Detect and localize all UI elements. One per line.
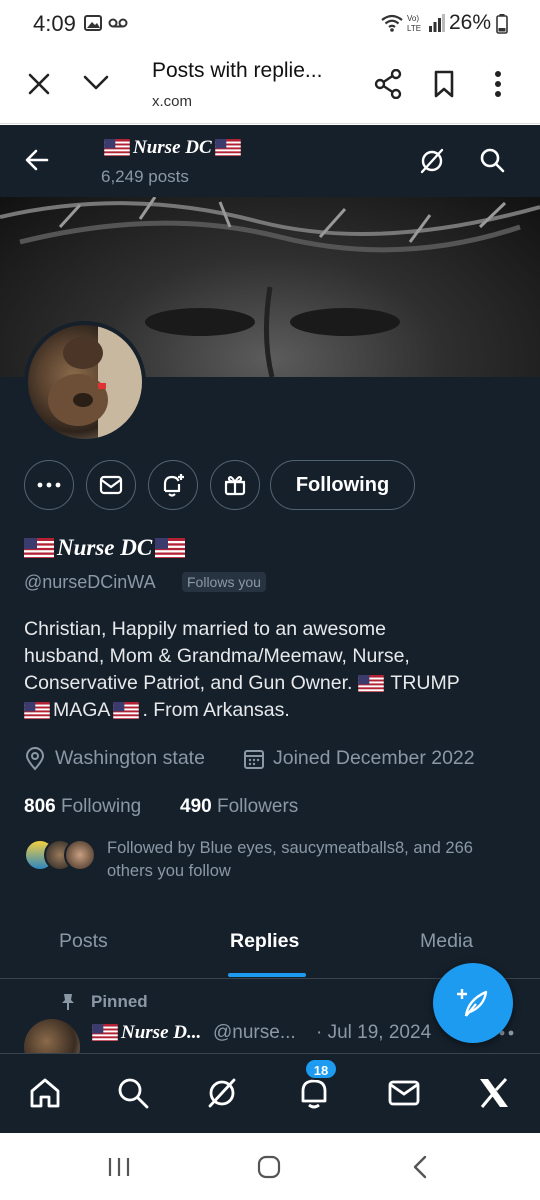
bio-line: husband, Mom & Grandma/Meemaw, Nurse, — [24, 645, 410, 667]
signal-icon — [429, 14, 445, 32]
post-date[interactable]: · Jul 19, 2024 — [316, 1022, 431, 1044]
gallery-notification-icon — [84, 15, 102, 31]
feather-plus-icon — [457, 989, 488, 1017]
notifications-bell-icon[interactable] — [297, 1076, 331, 1110]
x-logo-icon[interactable] — [477, 1076, 511, 1110]
svg-text:LTE: LTE — [407, 24, 421, 33]
calendar-icon — [244, 750, 264, 769]
pin-icon — [62, 994, 74, 1010]
share-icon[interactable] — [374, 69, 402, 99]
browser-url[interactable]: x.com — [152, 93, 192, 110]
svg-text:Vo): Vo) — [407, 14, 419, 23]
home-icon[interactable] — [28, 1076, 62, 1110]
us-flag-icon — [113, 702, 140, 719]
system-navigation-bar — [0, 1133, 540, 1200]
grok-icon[interactable] — [205, 1076, 239, 1110]
profile-header: Nurse DC 6,249 posts — [0, 125, 540, 197]
search-icon[interactable] — [479, 147, 505, 173]
following-button[interactable]: Following — [270, 460, 415, 510]
profile-handle: @nurseDCinWA — [24, 572, 156, 592]
more-vertical-icon[interactable] — [494, 70, 502, 98]
x-profile-app: Nurse DC 6,249 posts Following Nurse DC … — [0, 125, 540, 1133]
gift-icon — [224, 476, 246, 496]
pinned-label: Pinned — [91, 992, 148, 1011]
voicemail-icon — [108, 18, 128, 28]
dog-photo — [48, 325, 142, 439]
us-flag-icon — [214, 139, 241, 156]
location-pin-icon — [25, 747, 45, 771]
bottom-navigation: 18 — [0, 1053, 540, 1133]
back-arrow-icon[interactable] — [25, 149, 49, 171]
chevron-down-icon[interactable] — [82, 74, 110, 92]
browser-page-title: Posts with replie... — [152, 59, 323, 82]
us-flag-icon — [155, 538, 186, 558]
bio-line: Christian, Happily married to an awesome — [24, 618, 386, 640]
back-icon[interactable] — [412, 1155, 428, 1179]
header-display-name: Nurse DC — [101, 137, 244, 159]
battery-icon — [496, 14, 508, 34]
following-count-link[interactable]: 806 Following — [24, 796, 141, 818]
followed-by-text[interactable]: Followed by Blue eyes, saucymeatballs8, … — [107, 837, 507, 883]
home-button-icon[interactable] — [257, 1155, 281, 1179]
status-bar: 4:09 Vo) LTE 26% — [0, 0, 540, 46]
messages-mail-icon[interactable] — [387, 1076, 421, 1110]
notify-button[interactable] — [148, 460, 198, 510]
bio-line: Conservative Patriot, and Gun Owner. TRUM… — [24, 672, 460, 694]
mail-icon — [99, 475, 123, 495]
compose-post-button[interactable] — [433, 963, 513, 1043]
tab-posts[interactable]: Posts — [59, 930, 108, 953]
wifi-icon — [381, 14, 403, 32]
profile-display-name: Nurse DC — [24, 535, 188, 561]
bookmark-icon[interactable] — [433, 70, 455, 98]
grok-icon[interactable] — [418, 147, 446, 175]
tab-replies[interactable]: Replies — [230, 930, 299, 953]
bio-line: MAGA. From Arkansas. — [24, 697, 514, 724]
recent-apps-icon[interactable] — [107, 1157, 131, 1177]
us-flag-icon — [24, 538, 54, 558]
us-flag-icon — [24, 702, 50, 719]
search-icon[interactable] — [116, 1076, 150, 1110]
followers-count-link[interactable]: 490 Followers — [180, 796, 298, 818]
profile-location: Washington state — [55, 747, 205, 769]
close-icon[interactable] — [27, 72, 51, 96]
bell-plus-icon — [163, 474, 184, 497]
lte-icon: Vo)LTE — [407, 14, 421, 33]
follows-you-badge: Follows you — [182, 572, 266, 592]
status-time: 4:09 — [33, 11, 76, 36]
battery-percent: 26% — [449, 11, 492, 34]
profile-joined-date: Joined December 2022 — [273, 747, 475, 769]
gift-button[interactable] — [210, 460, 260, 510]
active-tab-indicator — [228, 973, 306, 977]
tab-media[interactable]: Media — [420, 930, 473, 953]
us-flag-icon — [92, 1024, 118, 1041]
follower-avatar[interactable] — [64, 839, 96, 871]
profile-bio: Christian, Happily married to an awesome… — [24, 616, 514, 724]
profile-avatar[interactable] — [24, 321, 146, 443]
post-author-handle[interactable]: @nurse... — [213, 1022, 296, 1044]
message-button[interactable] — [86, 460, 136, 510]
post-author-name[interactable]: Nurse D... — [92, 1022, 201, 1044]
us-flag-icon — [358, 675, 385, 692]
us-flag-icon — [104, 139, 130, 156]
header-post-count: 6,249 posts — [101, 167, 189, 186]
more-horizontal-icon — [37, 482, 61, 488]
notification-count-badge: 18 — [304, 1058, 338, 1080]
more-options-button[interactable] — [24, 460, 74, 510]
browser-toolbar: Posts with replie... x.com — [0, 46, 540, 124]
